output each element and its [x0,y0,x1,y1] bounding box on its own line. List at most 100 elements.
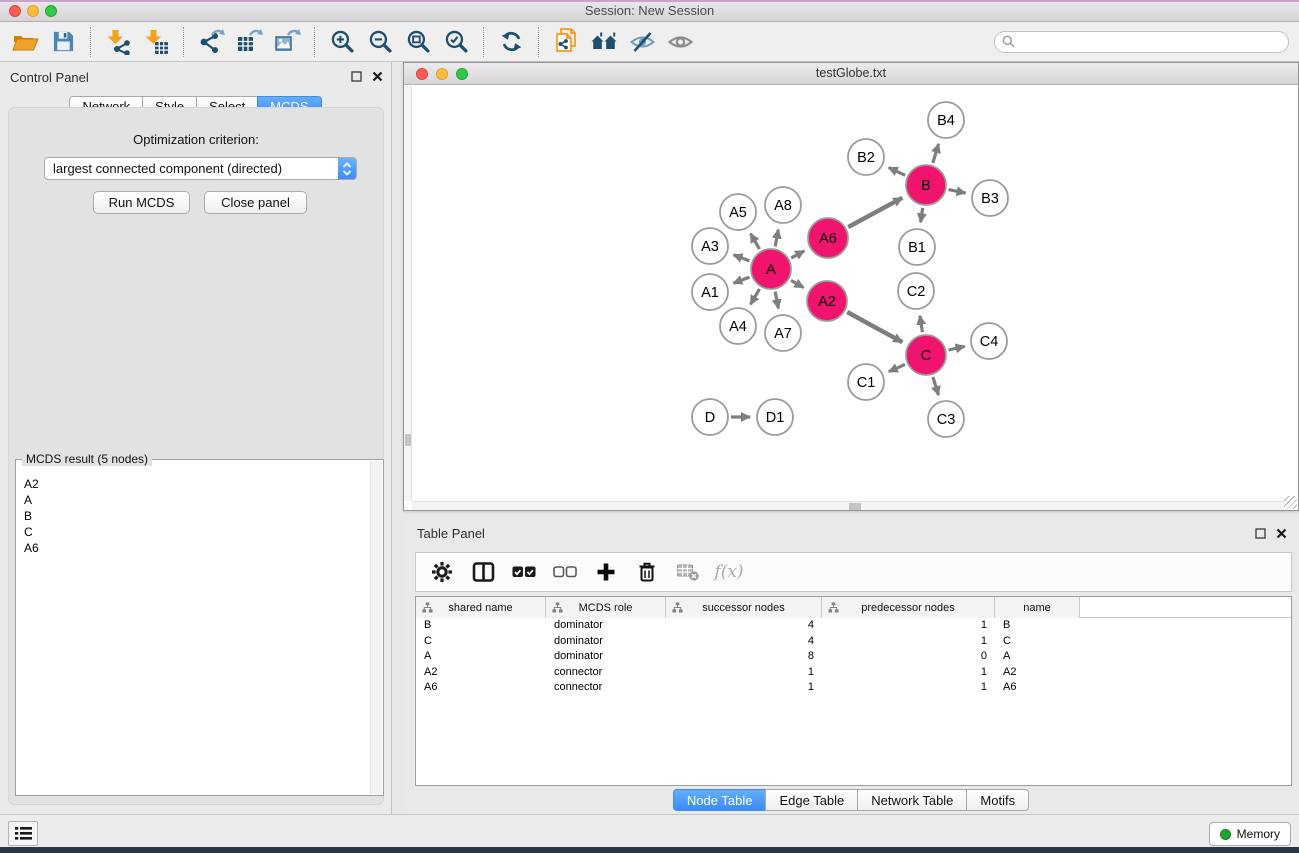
resize-grip[interactable] [1284,496,1297,509]
table-settings-button[interactable] [426,557,458,587]
table-cell[interactable]: dominator [546,618,666,634]
table-cell[interactable]: A2 [995,665,1080,681]
save-session-button[interactable] [44,25,82,59]
close-panel-button[interactable]: Close panel [204,191,307,214]
open-session-button[interactable] [6,25,44,59]
table-row[interactable]: A2connector11A2 [416,665,1291,681]
graph-node-C2[interactable]: C2 [898,273,934,309]
tab-motifs[interactable]: Motifs [966,789,1029,811]
graph-edge-A-A1[interactable] [733,277,749,283]
graph-node-A3[interactable]: A3 [692,228,728,264]
table-cell[interactable]: A2 [416,665,546,681]
table-cell[interactable]: A6 [995,680,1080,696]
table-cell[interactable]: A [995,649,1080,665]
network-horizontal-scrollbar[interactable] [412,501,1284,510]
import-network-button[interactable] [99,25,137,59]
table-cell[interactable]: 1 [822,665,995,681]
graph-node-B1[interactable]: B1 [899,229,935,265]
close-panel-icon[interactable] [1276,528,1287,539]
network-graph[interactable]: AA1A2A3A4A5A6A7A8BB1B2B3B4CC1C2C3C4DD1 [404,86,1298,511]
run-mcds-button[interactable]: Run MCDS [93,191,190,214]
mcds-result-item[interactable]: C [24,524,370,540]
table-cell[interactable]: 0 [822,649,995,665]
graph-edge-B-B2[interactable] [889,168,906,176]
function-builder-button[interactable]: f(x) [713,557,745,587]
home-button[interactable] [585,25,623,59]
graph-edge-C-C3[interactable] [933,377,939,395]
show-columns-button[interactable] [467,557,499,587]
column-header-shared-name[interactable]: shared name [416,597,546,618]
tab-edge-table[interactable]: Edge Table [765,789,858,811]
column-header-predecessor-nodes[interactable]: predecessor nodes [822,597,995,618]
graph-edge-A-A2[interactable] [791,280,804,287]
table-cell[interactable]: 4 [666,618,822,634]
graph-node-A8[interactable]: A8 [765,187,801,223]
search-field[interactable] [994,31,1289,53]
table-cell[interactable]: 1 [822,618,995,634]
graph-node-A5[interactable]: A5 [720,194,756,230]
graph-edge-A-A3[interactable] [733,255,749,261]
panel-menu-button[interactable] [8,821,38,846]
network-vertical-scrollbar[interactable] [404,86,412,501]
mcds-result-item[interactable]: A2 [24,476,370,492]
graph-node-C1[interactable]: C1 [848,364,884,400]
table-cell[interactable]: A [416,649,546,665]
table-row[interactable]: A6connector11A6 [416,680,1291,696]
graph-edge-A-A4[interactable] [751,289,760,305]
table-cell[interactable]: dominator [546,634,666,650]
table-row[interactable]: Adominator80A [416,649,1291,665]
mcds-result-item[interactable]: A [24,492,370,508]
mcds-result-item[interactable]: B [24,508,370,524]
table-cell[interactable]: 4 [666,634,822,650]
table-row[interactable]: Cdominator41C [416,634,1291,650]
graph-edge-C-C2[interactable] [920,316,923,333]
graph-edge-B-B1[interactable] [921,208,923,223]
refresh-button[interactable] [492,25,530,59]
graph-node-A6[interactable]: A6 [808,218,848,258]
add-column-button[interactable] [590,557,622,587]
table-cell[interactable]: 1 [666,680,822,696]
column-header-successor-nodes[interactable]: successor nodes [666,597,822,618]
graph-edge-C-C1[interactable] [889,364,905,371]
graph-edge-A2-C[interactable] [847,312,902,342]
graph-node-B3[interactable]: B3 [972,180,1008,216]
table-cell[interactable]: dominator [546,649,666,665]
table-row[interactable]: Bdominator41B [416,618,1291,634]
graph-node-A4[interactable]: A4 [720,308,756,344]
graph-node-C[interactable]: C [906,335,946,375]
graph-node-B[interactable]: B [906,165,946,205]
hide-visibility-button[interactable] [623,25,661,59]
graph-node-A7[interactable]: A7 [765,315,801,351]
mcds-result-item[interactable]: A6 [24,540,370,556]
table-cell[interactable]: B [416,618,546,634]
graph-edge-B-B3[interactable] [949,190,966,193]
close-panel-icon[interactable] [372,71,383,82]
table-cell[interactable]: C [995,634,1080,650]
table-cell[interactable]: 1 [666,665,822,681]
tab-network-table[interactable]: Network Table [857,789,967,811]
zoom-selected-button[interactable] [437,25,475,59]
graph-node-C4[interactable]: C4 [971,323,1007,359]
export-table-button[interactable] [230,25,268,59]
column-header-name[interactable]: name [995,597,1080,618]
zoom-in-button[interactable] [323,25,361,59]
table-cell[interactable]: C [416,634,546,650]
table-cell[interactable]: 1 [822,680,995,696]
graph-edge-A-A7[interactable] [775,292,778,309]
graph-edge-C-C4[interactable] [949,346,965,350]
show-visibility-button[interactable] [661,25,699,59]
import-table-button[interactable] [137,25,175,59]
graph-node-A[interactable]: A [751,249,791,289]
table-cell[interactable]: A6 [416,680,546,696]
network-from-document-button[interactable] [547,25,585,59]
criterion-dropdown[interactable]: largest connected component (directed) [44,157,357,180]
deselect-all-button[interactable] [549,557,581,587]
graph-node-C3[interactable]: C3 [928,401,964,437]
search-input[interactable] [1019,33,1288,51]
graph-edge-A6-B[interactable] [848,198,902,227]
graph-edge-A-A6[interactable] [791,251,804,258]
tab-node-table[interactable]: Node Table [673,789,767,811]
table-cell[interactable]: 1 [822,634,995,650]
scrollbar-handle[interactable] [405,434,411,446]
table-cell[interactable]: B [995,618,1080,634]
